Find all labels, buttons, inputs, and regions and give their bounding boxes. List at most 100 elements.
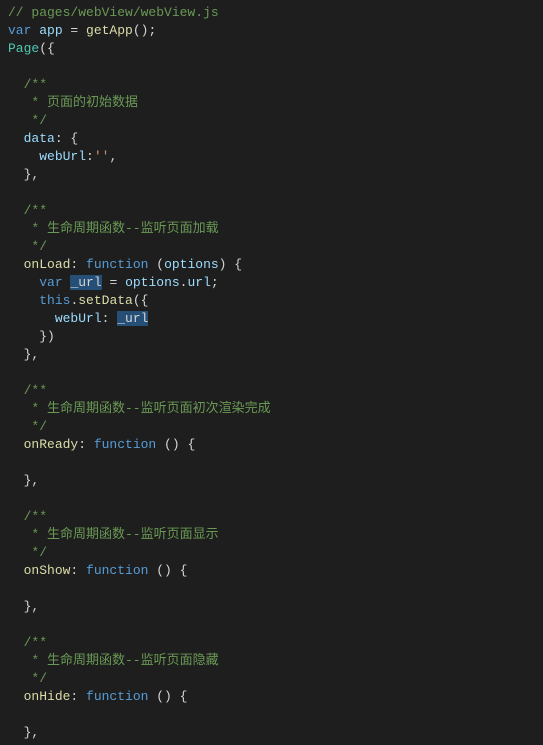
- code-token: ({: [133, 293, 149, 308]
- code-token: }): [8, 329, 55, 344]
- code-token: '': [94, 149, 110, 164]
- code-token: [8, 149, 39, 164]
- code-line[interactable]: * 页面的初始数据: [8, 94, 543, 112]
- code-token: * 页面的初始数据: [31, 95, 138, 110]
- code-line[interactable]: /**: [8, 634, 543, 652]
- code-line[interactable]: * 生命周期函数--监听页面显示: [8, 526, 543, 544]
- code-line[interactable]: },: [8, 598, 543, 616]
- code-line[interactable]: */: [8, 238, 543, 256]
- code-line[interactable]: [8, 616, 543, 634]
- code-line[interactable]: onShow: function () {: [8, 562, 543, 580]
- code-token: ();: [133, 23, 156, 38]
- code-editor[interactable]: // pages/webView/webView.jsvar app = get…: [8, 4, 543, 742]
- code-line[interactable]: [8, 580, 543, 598]
- code-token: [8, 95, 31, 110]
- code-token: [8, 113, 31, 128]
- code-token: () {: [156, 437, 195, 452]
- code-line[interactable]: [8, 490, 543, 508]
- code-line[interactable]: [8, 184, 543, 202]
- code-token: =: [102, 275, 125, 290]
- code-token: [8, 239, 31, 254]
- code-token: [8, 311, 55, 326]
- code-line[interactable]: webUrl: _url: [8, 310, 543, 328]
- code-line[interactable]: [8, 364, 543, 382]
- code-line[interactable]: /**: [8, 202, 543, 220]
- code-token: data: [24, 131, 55, 146]
- code-token: =: [63, 23, 86, 38]
- code-token: url: [187, 275, 210, 290]
- code-token: [8, 437, 24, 452]
- code-line[interactable]: },: [8, 472, 543, 490]
- code-token: :: [70, 689, 86, 704]
- code-token: (: [148, 257, 164, 272]
- code-token: * 生命周期函数--监听页面加载: [31, 221, 218, 236]
- code-token: */: [31, 545, 47, 560]
- code-token: app: [39, 23, 62, 38]
- code-token: ;: [211, 275, 219, 290]
- code-token: [8, 419, 31, 434]
- code-token: () {: [148, 689, 187, 704]
- code-token: [8, 635, 24, 650]
- code-line[interactable]: * 生命周期函数--监听页面加载: [8, 220, 543, 238]
- code-token: ) {: [219, 257, 242, 272]
- code-token: [8, 671, 31, 686]
- code-line[interactable]: onHide: function () {: [8, 688, 543, 706]
- code-token: onReady: [24, 437, 79, 452]
- code-token: :: [78, 437, 94, 452]
- code-line[interactable]: data: {: [8, 130, 543, 148]
- code-token: },: [8, 347, 39, 362]
- code-token: */: [31, 419, 47, 434]
- code-line[interactable]: Page({: [8, 40, 543, 58]
- code-token: :: [102, 311, 118, 326]
- code-line[interactable]: * 生命周期函数--监听页面初次渲染完成: [8, 400, 543, 418]
- code-token: },: [8, 725, 39, 740]
- code-line[interactable]: /**: [8, 382, 543, 400]
- code-token: /**: [24, 203, 47, 218]
- code-token: :: [70, 563, 86, 578]
- code-line[interactable]: var app = getApp();: [8, 22, 543, 40]
- code-token: ,: [109, 149, 117, 164]
- code-token: [8, 203, 24, 218]
- code-token: [8, 545, 31, 560]
- code-line[interactable]: },: [8, 166, 543, 184]
- code-token: webUrl: [55, 311, 102, 326]
- code-line[interactable]: this.setData({: [8, 292, 543, 310]
- code-token: options: [125, 275, 180, 290]
- code-token: [8, 131, 24, 146]
- code-line[interactable]: */: [8, 418, 543, 436]
- code-line[interactable]: }): [8, 328, 543, 346]
- code-line[interactable]: * 生命周期函数--监听页面隐藏: [8, 652, 543, 670]
- code-line[interactable]: */: [8, 544, 543, 562]
- code-token: Page: [8, 41, 39, 56]
- code-token: [8, 689, 24, 704]
- code-line[interactable]: webUrl:'',: [8, 148, 543, 166]
- code-line[interactable]: // pages/webView/webView.js: [8, 4, 543, 22]
- code-line[interactable]: [8, 58, 543, 76]
- code-line[interactable]: var _url = options.url;: [8, 274, 543, 292]
- code-token: },: [8, 599, 39, 614]
- code-token: var: [8, 23, 31, 38]
- code-line[interactable]: /**: [8, 508, 543, 526]
- code-line[interactable]: },: [8, 724, 543, 742]
- code-token: },: [8, 473, 39, 488]
- code-line[interactable]: */: [8, 112, 543, 130]
- code-token: webUrl: [39, 149, 86, 164]
- code-line[interactable]: },: [8, 346, 543, 364]
- code-line[interactable]: */: [8, 670, 543, 688]
- code-token: [8, 653, 31, 668]
- code-token: this: [39, 293, 70, 308]
- code-token: _url: [117, 311, 148, 326]
- code-token: () {: [148, 563, 187, 578]
- code-line[interactable]: [8, 706, 543, 724]
- code-token: function: [86, 689, 148, 704]
- code-token: var: [39, 275, 62, 290]
- code-token: /**: [24, 635, 47, 650]
- code-line[interactable]: [8, 454, 543, 472]
- code-line[interactable]: onLoad: function (options) {: [8, 256, 543, 274]
- code-line[interactable]: /**: [8, 76, 543, 94]
- code-token: */: [31, 671, 47, 686]
- code-token: [8, 527, 31, 542]
- code-token: function: [86, 563, 148, 578]
- code-line[interactable]: onReady: function () {: [8, 436, 543, 454]
- code-token: [8, 77, 24, 92]
